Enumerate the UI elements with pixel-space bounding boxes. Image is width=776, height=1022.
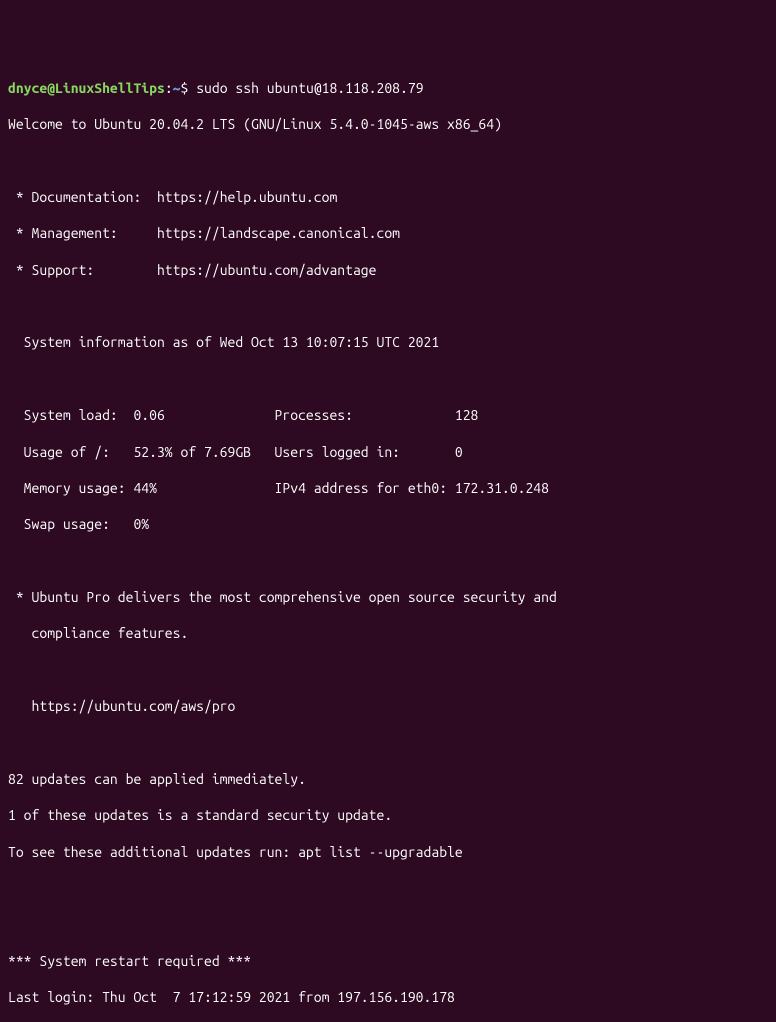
doc-line: * Documentation: https://help.ubuntu.com xyxy=(8,188,768,206)
command-text: sudo ssh ubuntu@18.118.208.79 xyxy=(196,80,423,96)
prompt-line-1[interactable]: dnyce@LinuxShellTips:~$ sudo ssh ubuntu@… xyxy=(8,79,768,97)
support-line: * Support: https://ubuntu.com/advantage xyxy=(8,261,768,279)
doc-label: * Documentation: xyxy=(8,189,157,205)
blank-line xyxy=(8,370,768,388)
blank-line xyxy=(8,152,768,170)
ubuntu-pro-line-2: compliance features. xyxy=(8,624,768,642)
mgmt-line: * Management: https://landscape.canonica… xyxy=(8,224,768,242)
sysinfo-line-2: Usage of /: 52.3% of 7.69GB Users logged… xyxy=(8,443,768,461)
prompt-user-host: dnyce@LinuxShellTips xyxy=(8,80,165,96)
mgmt-label: * Management: xyxy=(8,225,157,241)
support-url: https://ubuntu.com/advantage xyxy=(157,262,377,278)
sysinfo-line-3: Memory usage: 44% IPv4 address for eth0:… xyxy=(8,479,768,497)
ubuntu-pro-url: https://ubuntu.com/aws/pro xyxy=(8,697,768,715)
blank-line xyxy=(8,879,768,897)
blank-line xyxy=(8,915,768,933)
sysinfo-header: System information as of Wed Oct 13 10:0… xyxy=(8,333,768,351)
ubuntu-pro-line-1: * Ubuntu Pro delivers the most comprehen… xyxy=(8,588,768,606)
updates-line-3: To see these additional updates run: apt… xyxy=(8,843,768,861)
mgmt-url: https://landscape.canonical.com xyxy=(157,225,400,241)
sysinfo-line-4: Swap usage: 0% xyxy=(8,515,768,533)
updates-line-1: 82 updates can be applied immediately. xyxy=(8,770,768,788)
support-label: * Support: xyxy=(8,262,157,278)
blank-line xyxy=(8,552,768,570)
updates-line-2: 1 of these updates is a standard securit… xyxy=(8,806,768,824)
welcome-line: Welcome to Ubuntu 20.04.2 LTS (GNU/Linux… xyxy=(8,115,768,133)
restart-line: *** System restart required *** xyxy=(8,952,768,970)
blank-line xyxy=(8,661,768,679)
doc-url: https://help.ubuntu.com xyxy=(157,189,337,205)
prompt-path: ~ xyxy=(173,80,181,96)
last-login-line: Last login: Thu Oct 7 17:12:59 2021 from… xyxy=(8,988,768,1006)
sysinfo-line-1: System load: 0.06 Processes: 128 xyxy=(8,406,768,424)
prompt-colon: : xyxy=(165,80,173,96)
blank-line xyxy=(8,734,768,752)
prompt-dollar: $ xyxy=(181,80,197,96)
blank-line xyxy=(8,297,768,315)
